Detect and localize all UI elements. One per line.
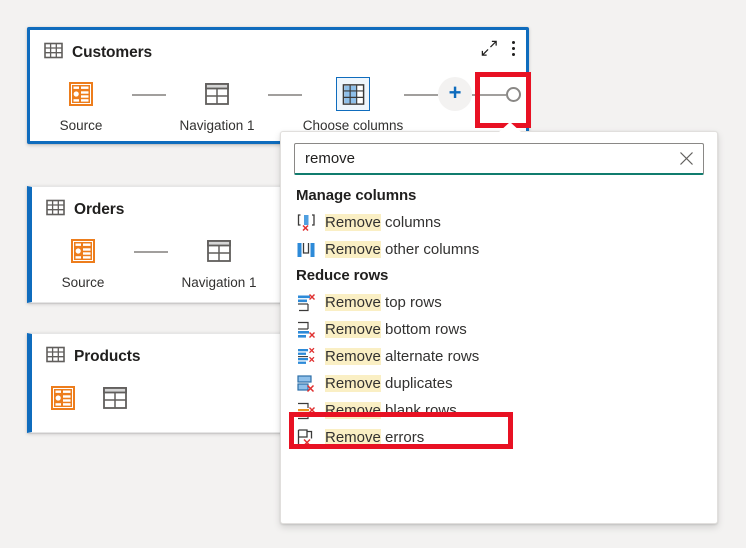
table-icon[interactable] [98,381,132,415]
remove-blank-rows-icon [296,401,316,421]
menu-item-rest: alternate rows [380,348,480,365]
table-icon [46,345,65,369]
add-step-button[interactable]: + [438,77,472,111]
group-header-reduce-rows: Reduce rows [296,267,389,284]
menu-item-label: Remove other columns [325,241,479,258]
menu-item-label: Remove duplicates [325,375,453,392]
remove-alternate-rows-icon [296,347,316,367]
menu-item-label: Remove errors [325,429,424,446]
group-header-manage-columns: Manage columns [296,187,417,204]
menu-item-label: Remove columns [325,214,441,231]
search-wrapper [294,143,704,175]
menu-item-remove-duplicates[interactable]: Remove duplicates [281,370,717,397]
table-icon [46,198,65,222]
step-connector [134,251,168,253]
menu-item-label: Remove alternate rows [325,348,479,365]
card-title: Customers [72,44,153,61]
menu-item-rest: duplicates [380,375,453,392]
step-navigation-1[interactable]: Navigation 1 [168,234,270,290]
menu-list: Manage columns Remove columns Remove oth… [281,175,717,451]
step-source[interactable]: Source [32,234,134,290]
step-connector [472,94,506,96]
card-actions [480,39,516,58]
search-match-text: Remove [325,321,381,338]
menu-item-remove-top-rows[interactable]: Remove top rows [281,289,717,316]
more-options-icon[interactable] [511,39,516,58]
source-icon[interactable] [46,381,80,415]
search-match-text: Remove [325,429,381,446]
menu-item-remove-columns[interactable]: Remove columns [281,209,717,236]
search-match-text: Remove [325,214,381,231]
add-step-flyout: Manage columns Remove columns [280,122,718,524]
table-icon [200,77,234,111]
step-source[interactable]: Source [30,77,132,133]
search-match-text: Remove [325,402,381,419]
card-title: Products [74,348,141,365]
menu-item-rest: errors [380,429,425,446]
menu-item-rest: bottom rows [380,321,467,338]
step-connector [132,94,166,96]
search-match-text: Remove [325,241,381,258]
menu-item-label: Remove bottom rows [325,321,467,338]
steps-row-customers: Source Navigation 1 Choose columns + [30,65,526,133]
remove-errors-icon [296,428,316,448]
menu-item-rest: top rows [380,294,442,311]
choose-columns-icon [336,77,370,111]
flyout-caret [499,122,521,132]
source-icon [64,77,98,111]
search-match-text: Remove [325,348,381,365]
search-box[interactable] [294,143,704,175]
query-card-customers[interactable]: Customers Source Navigation 1 Choose col… [27,27,529,144]
menu-item-remove-errors[interactable]: Remove errors [281,424,717,451]
query-output-node[interactable] [506,87,521,102]
search-input[interactable] [305,150,675,167]
menu-item-remove-other-columns[interactable]: Remove other columns [281,236,717,263]
plus-icon: + [448,80,462,105]
search-match-text: Remove [325,375,381,392]
menu-item-rest: blank rows [380,402,457,419]
menu-item-remove-blank-rows[interactable]: Remove blank rows [281,397,717,424]
source-icon [66,234,100,268]
menu-item-rest: columns [380,214,441,231]
collapse-icon[interactable] [480,39,499,58]
step-label: Source [59,118,103,133]
menu-item-label: Remove blank rows [325,402,457,419]
step-label: Navigation 1 [181,275,257,290]
remove-top-rows-icon [296,293,316,313]
remove-other-columns-icon [296,240,316,260]
step-connector [268,94,302,96]
menu-item-label: Remove top rows [325,294,442,311]
step-choose-columns[interactable]: Choose columns [302,77,404,133]
step-label: Navigation 1 [179,118,255,133]
step-label: Source [61,275,105,290]
remove-bottom-rows-icon [296,320,316,340]
card-title: Orders [74,201,125,218]
table-icon [44,41,63,65]
table-icon [202,234,236,268]
remove-duplicates-icon [296,374,316,394]
search-match-text: Remove [325,294,381,311]
card-header: Customers [30,30,526,65]
step-connector [404,94,438,96]
menu-item-remove-bottom-rows[interactable]: Remove bottom rows [281,316,717,343]
remove-columns-icon [296,213,316,233]
menu-item-remove-alternate-rows[interactable]: Remove alternate rows [281,343,717,370]
step-navigation-1[interactable]: Navigation 1 [166,77,268,133]
clear-icon[interactable] [675,148,697,170]
menu-item-rest: other columns [380,241,480,258]
